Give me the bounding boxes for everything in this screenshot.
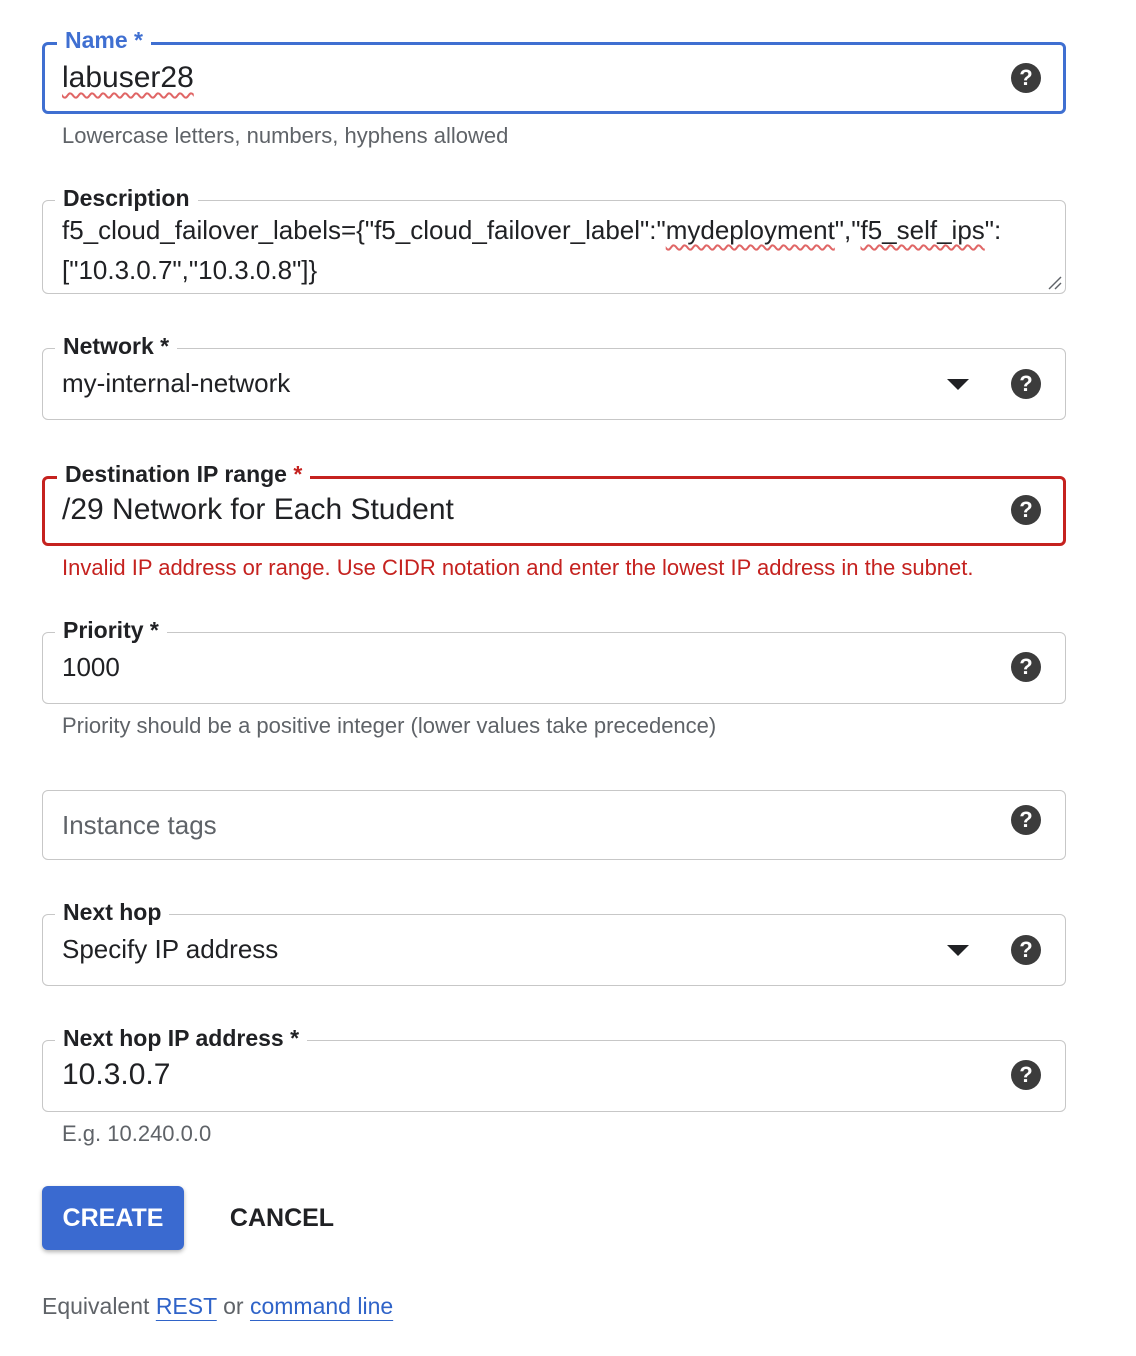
name-label: Name * — [57, 25, 151, 55]
instance-tags-field[interactable]: Instance tags ? — [42, 790, 1066, 860]
next-hop-value: Specify IP address — [62, 934, 279, 964]
priority-field[interactable]: Priority * 1000 ? — [42, 615, 1066, 704]
priority-label: Priority * — [55, 615, 167, 645]
help-icon[interactable]: ? — [1011, 935, 1041, 965]
priority-input[interactable]: 1000 — [62, 651, 120, 683]
description-field[interactable]: Description f5_cloud_failover_labels={"f… — [42, 183, 1066, 294]
help-icon[interactable]: ? — [1011, 369, 1041, 399]
description-textarea-line2[interactable]: ["10.3.0.7","10.3.0.8"]} — [62, 254, 317, 286]
description-textarea-line1[interactable]: f5_cloud_failover_labels={"f5_cloud_fail… — [62, 214, 1001, 246]
resize-grip-icon[interactable] — [1046, 274, 1062, 290]
command-line-link[interactable]: command line — [250, 1293, 393, 1319]
priority-hint: Priority should be a positive integer (l… — [62, 713, 717, 738]
help-icon[interactable]: ? — [1011, 652, 1041, 682]
dropdown-arrow-icon[interactable] — [947, 379, 969, 390]
help-icon[interactable]: ? — [1011, 495, 1041, 525]
next-hop-ip-field[interactable]: Next hop IP address * 10.3.0.7 ? — [42, 1023, 1066, 1112]
help-icon[interactable]: ? — [1011, 63, 1041, 93]
cancel-button[interactable]: CANCEL — [214, 1186, 350, 1250]
next-hop-label: Next hop — [55, 897, 170, 927]
help-icon[interactable]: ? — [1011, 805, 1041, 835]
instance-tags-input[interactable]: Instance tags — [62, 809, 217, 841]
name-field[interactable]: Name * labuser28 ? — [42, 25, 1066, 114]
destination-ip-range-error: Invalid IP address or range. Use CIDR no… — [62, 555, 974, 580]
destination-ip-range-label: Destination IP range * — [57, 459, 311, 489]
name-hint: Lowercase letters, numbers, hyphens allo… — [62, 123, 509, 148]
help-icon[interactable]: ? — [1011, 1060, 1041, 1090]
rest-link[interactable]: REST — [156, 1293, 217, 1319]
network-select[interactable]: Network * my-internal-network ? — [42, 331, 1066, 420]
create-button[interactable]: CREATE — [42, 1186, 184, 1250]
footer-or: or — [223, 1293, 244, 1319]
next-hop-ip-input[interactable]: 10.3.0.7 — [62, 1059, 170, 1091]
dropdown-arrow-icon[interactable] — [947, 945, 969, 956]
destination-ip-range-field[interactable]: Destination IP range * /29 Network for E… — [42, 459, 1066, 546]
network-value: my-internal-network — [62, 368, 291, 398]
footer-prefix: Equivalent — [42, 1293, 150, 1319]
destination-ip-range-input[interactable]: /29 Network for Each Student — [62, 494, 454, 526]
description-label: Description — [55, 183, 198, 213]
next-hop-select[interactable]: Next hop Specify IP address ? — [42, 897, 1066, 986]
network-label: Network * — [55, 331, 178, 361]
equivalent-footer: Equivalent REST or command line — [42, 1290, 393, 1322]
next-hop-ip-label: Next hop IP address * — [55, 1023, 308, 1053]
name-input[interactable]: labuser28 — [62, 62, 194, 94]
next-hop-ip-hint: E.g. 10.240.0.0 — [62, 1121, 212, 1146]
